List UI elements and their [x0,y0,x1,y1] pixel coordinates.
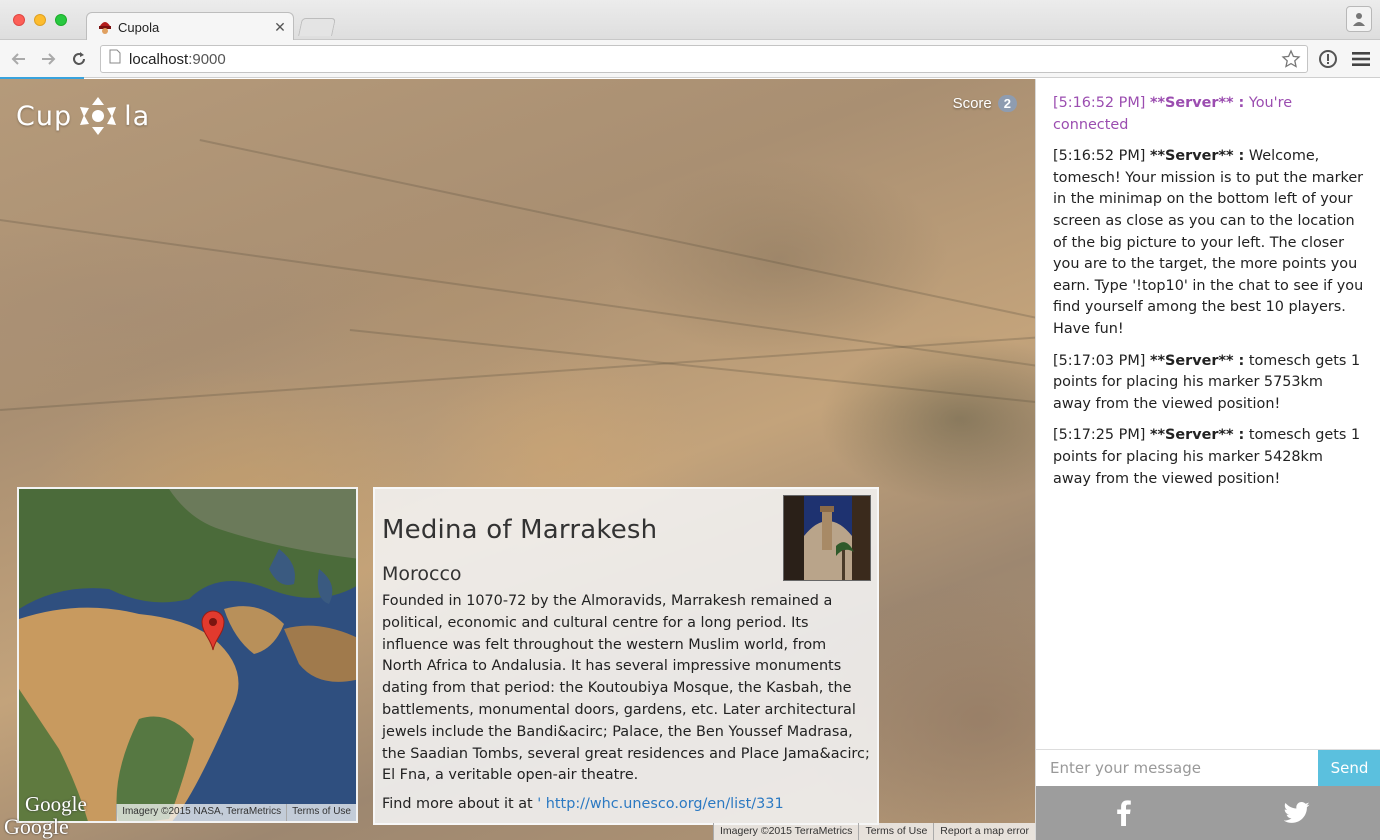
maximize-window-button[interactable] [55,14,67,26]
message-sender: **Server** : [1149,427,1245,444]
new-tab-button[interactable] [298,18,336,36]
minimap-terrain [19,489,356,821]
map-google-logo: Google [4,814,69,839]
reload-icon[interactable] [68,48,90,70]
bookmark-star-icon[interactable] [1281,49,1301,74]
cupola-logo: Cup la [16,95,150,137]
chat-panel: [5:16:52 PM] **Server** : You're connect… [1035,79,1380,840]
chat-message: [5:16:52 PM] **Server** : Welcome, tomes… [1053,146,1364,340]
message-sender: **Server** : [1149,148,1245,165]
facebook-icon[interactable] [1111,800,1137,826]
panorama-view[interactable]: Cup la Score 2 Google Imagery ©2015 NASA… [0,79,1035,840]
tab-close-icon[interactable]: ✕ [271,18,289,36]
message-time: [5:16:52 PM] [1053,95,1146,111]
score-label: Score [952,95,992,112]
location-info-card: Medina of Marrakesh Morocco Founded in 1… [373,487,879,825]
url-text: localhost:9000 [129,50,226,68]
back-arrow-icon[interactable] [8,48,30,70]
message-sender: **Server** : [1149,352,1245,369]
message-time: [5:17:25 PM] [1053,427,1146,444]
profile-icon[interactable] [1346,6,1372,32]
chat-message: [5:17:25 PM] **Server** : tomesch gets 1… [1053,425,1364,490]
minimap-terms-link[interactable]: Terms of Use [286,804,356,821]
chat-input-row: Send [1036,749,1380,786]
location-marker-icon[interactable] [201,609,225,651]
twitter-icon[interactable] [1284,800,1310,826]
minimap-imagery-credit: Imagery ©2015 NASA, TerraMetrics [116,804,286,821]
chat-message-input[interactable] [1036,750,1318,786]
score-badge: 2 [997,95,1017,112]
cupola-logo-mark-icon [80,97,117,135]
send-button[interactable]: Send [1318,750,1380,786]
map-terms-link[interactable]: Terms of Use [858,823,933,840]
message-time: [5:16:52 PM] [1053,148,1146,165]
terrain-ridge [349,329,1035,405]
extension-info-icon[interactable] [1317,48,1339,70]
menu-hamburger-icon[interactable] [1350,48,1372,70]
minimap[interactable]: Google Imagery ©2015 NASA, TerraMetrics … [17,487,358,823]
browser-titlebar: Cupola ✕ [0,0,1380,41]
logo-text-right: la [124,100,151,132]
close-window-button[interactable] [13,14,25,26]
more-info-line: Find more about it at ' http://whc.unesc… [382,796,870,812]
location-description: Founded in 1070-72 by the Almoravids, Ma… [382,593,870,784]
tab-title: Cupola [118,19,160,35]
message-time: [5:17:03 PM] [1053,352,1146,369]
chat-message: [5:17:03 PM] **Server** : tomesch gets 1… [1053,351,1364,416]
page-icon [109,49,121,69]
report-map-error-link[interactable]: Report a map error [933,823,1035,840]
minimize-window-button[interactable] [34,14,46,26]
location-thumbnail [783,495,871,581]
unesco-link[interactable]: ' http://whc.unesco.org/en/list/331 [537,796,783,812]
forward-arrow-icon[interactable] [37,48,59,70]
minimap-credits: Imagery ©2015 NASA, TerraMetrics Terms o… [116,804,356,821]
map-credits: Imagery ©2015 TerraMetrics Terms of Use … [713,823,1035,840]
chat-messages: [5:16:52 PM] **Server** : You're connect… [1036,79,1380,490]
chat-message: [5:16:52 PM] **Server** : You're connect… [1053,93,1364,136]
more-info-prefix: Find more about it at [382,796,538,813]
message-sender: **Server** : [1149,95,1245,111]
logo-text-left: Cup [16,100,73,132]
message-text: Welcome, tomesch! Your mission is to put… [1053,148,1364,337]
score-display: Score 2 [953,95,1017,112]
address-bar[interactable]: localhost:9000 [100,45,1308,73]
terrain-ridge [0,219,1035,375]
map-imagery-credit: Imagery ©2015 TerraMetrics [713,823,858,840]
cupola-favicon-icon [97,19,113,35]
browser-tab[interactable]: Cupola ✕ [86,12,294,41]
browser-toolbar: localhost:9000 [0,40,1380,78]
terrain-ridge [199,139,1035,329]
social-bar [1036,786,1380,840]
